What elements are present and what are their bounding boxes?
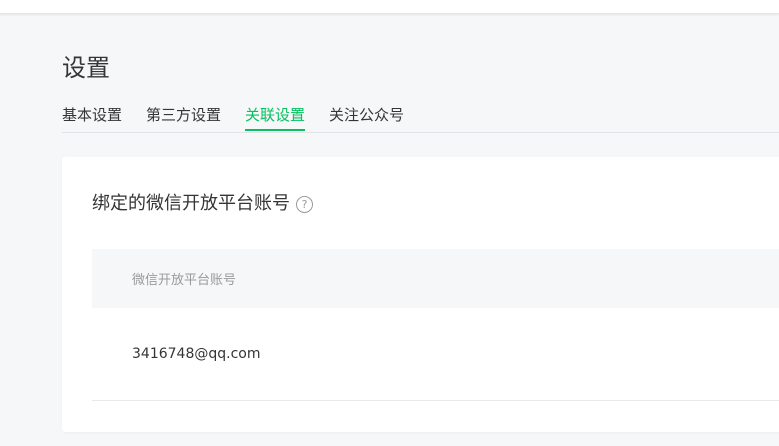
card-title: 绑定的微信开放平台账号 ? [92, 191, 313, 217]
settings-tabs: 基本设置 第三方设置 关联设置 关注公众号 [62, 104, 779, 133]
tab-linked-settings[interactable]: 关联设置 [245, 104, 306, 131]
table-header: 微信开放平台账号 [92, 249, 779, 308]
table-row: 3416748@qq.com [92, 308, 779, 401]
account-table: 微信开放平台账号 3416748@qq.com [92, 249, 779, 401]
card-title-text: 绑定的微信开放平台账号 [92, 193, 290, 214]
column-header-account: 微信开放平台账号 [132, 273, 237, 288]
help-icon[interactable]: ? [296, 195, 313, 213]
tab-follow-official-account[interactable]: 关注公众号 [329, 104, 404, 131]
linked-account-card: 绑定的微信开放平台账号 ? 微信开放平台账号 3416748@qq.com [62, 157, 779, 432]
tab-third-party-settings[interactable]: 第三方设置 [146, 104, 221, 131]
page-title: 设置 [62, 54, 110, 82]
top-bar [0, 0, 779, 14]
tab-basic-settings[interactable]: 基本设置 [62, 104, 122, 131]
account-email: 3416748@qq.com [132, 346, 261, 362]
